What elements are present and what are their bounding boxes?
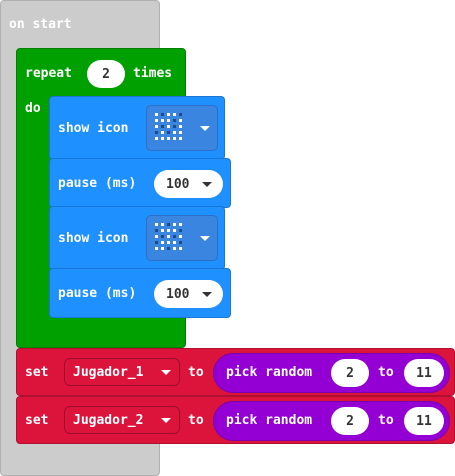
do-label: do bbox=[25, 101, 41, 116]
led-cell bbox=[161, 229, 164, 232]
led-cell bbox=[167, 229, 170, 232]
led-cell bbox=[155, 223, 158, 226]
led-cell bbox=[155, 137, 158, 140]
led-cell bbox=[179, 235, 182, 238]
pick-random-label: pick random bbox=[226, 365, 313, 380]
led-cell bbox=[173, 235, 176, 238]
led-cell bbox=[173, 113, 176, 116]
pause-value: 100 bbox=[166, 176, 190, 192]
chevron-down-icon bbox=[202, 182, 212, 187]
show-icon-block-1[interactable]: show icon bbox=[49, 96, 225, 160]
chevron-down-icon bbox=[200, 236, 210, 241]
variable-dropdown-2[interactable]: Jugador_2 bbox=[64, 406, 180, 434]
pause-label: pause (ms) bbox=[58, 176, 137, 191]
icon-picker-1[interactable] bbox=[146, 105, 218, 151]
led-cell bbox=[173, 241, 176, 244]
led-cell bbox=[167, 241, 170, 244]
led-cell bbox=[161, 247, 164, 250]
led-cell bbox=[161, 137, 164, 140]
show-icon-label: show icon bbox=[58, 231, 129, 246]
variable-name: Jugador_2 bbox=[73, 412, 144, 428]
pause-value-dropdown-1[interactable]: 100 bbox=[154, 170, 223, 198]
to-label: to bbox=[188, 365, 204, 380]
variable-dropdown-1[interactable]: Jugador_1 bbox=[64, 358, 180, 386]
random-to-label: to bbox=[378, 413, 394, 428]
times-label: times bbox=[133, 66, 173, 81]
led-cell bbox=[167, 125, 170, 128]
led-cell bbox=[173, 137, 176, 140]
led-cell bbox=[155, 125, 158, 128]
led-cell bbox=[167, 223, 170, 226]
yes-icon bbox=[153, 113, 187, 143]
led-cell bbox=[161, 113, 164, 116]
led-cell bbox=[179, 229, 182, 232]
led-cell bbox=[155, 229, 158, 232]
pause-value: 100 bbox=[166, 286, 190, 302]
set-variable-block-1[interactable]: set Jugador_1 to pick random 2 to 11 bbox=[16, 348, 455, 396]
led-cell bbox=[155, 241, 158, 244]
pick-random-block-2[interactable]: pick random 2 to 11 bbox=[213, 401, 450, 441]
led-cell bbox=[179, 113, 182, 116]
led-cell bbox=[179, 241, 182, 244]
random-min-input[interactable]: 2 bbox=[331, 407, 369, 435]
no-icon bbox=[153, 223, 187, 253]
led-cell bbox=[155, 113, 158, 116]
led-cell bbox=[179, 119, 182, 122]
led-cell bbox=[173, 223, 176, 226]
led-cell bbox=[161, 241, 164, 244]
random-min-input[interactable]: 2 bbox=[331, 359, 369, 387]
led-cell bbox=[167, 247, 170, 250]
led-cell bbox=[167, 119, 170, 122]
led-cell bbox=[173, 229, 176, 232]
led-cell bbox=[179, 223, 182, 226]
led-cell bbox=[155, 119, 158, 122]
pause-value-dropdown-2[interactable]: 100 bbox=[154, 280, 223, 308]
led-cell bbox=[179, 131, 182, 134]
show-icon-label: show icon bbox=[58, 121, 129, 136]
repeat-count-input[interactable]: 2 bbox=[87, 60, 125, 88]
led-cell bbox=[167, 235, 170, 238]
led-cell bbox=[155, 235, 158, 238]
led-cell bbox=[155, 131, 158, 134]
icon-picker-2[interactable] bbox=[146, 215, 218, 261]
chevron-down-icon bbox=[161, 370, 171, 375]
chevron-down-icon bbox=[202, 292, 212, 297]
chevron-down-icon bbox=[161, 418, 171, 423]
led-cell bbox=[167, 131, 170, 134]
pause-block-1[interactable]: pause (ms) 100 bbox=[49, 158, 231, 208]
led-cell bbox=[155, 247, 158, 250]
led-cell bbox=[179, 137, 182, 140]
random-max-input[interactable]: 11 bbox=[404, 407, 444, 435]
repeat-label: repeat bbox=[25, 66, 72, 81]
led-cell bbox=[161, 119, 164, 122]
random-max-input[interactable]: 11 bbox=[404, 359, 444, 387]
led-cell bbox=[173, 131, 176, 134]
pause-block-2[interactable]: pause (ms) 100 bbox=[49, 268, 231, 318]
led-cell bbox=[161, 223, 164, 226]
on-start-label: on start bbox=[9, 17, 72, 32]
show-icon-block-2[interactable]: show icon bbox=[49, 206, 225, 270]
set-label: set bbox=[25, 413, 49, 428]
set-label: set bbox=[25, 365, 49, 380]
pick-random-block-1[interactable]: pick random 2 to 11 bbox=[213, 353, 450, 393]
to-label: to bbox=[188, 413, 204, 428]
variable-name: Jugador_1 bbox=[73, 364, 144, 380]
pick-random-label: pick random bbox=[226, 413, 313, 428]
set-variable-block-2[interactable]: set Jugador_2 to pick random 2 to 11 bbox=[16, 396, 455, 444]
led-cell bbox=[173, 125, 176, 128]
led-cell bbox=[167, 113, 170, 116]
led-cell bbox=[173, 247, 176, 250]
led-cell bbox=[179, 125, 182, 128]
led-cell bbox=[173, 119, 176, 122]
led-cell bbox=[161, 125, 164, 128]
led-cell bbox=[179, 247, 182, 250]
chevron-down-icon bbox=[200, 126, 210, 131]
led-cell bbox=[161, 131, 164, 134]
led-cell bbox=[167, 137, 170, 140]
random-to-label: to bbox=[378, 365, 394, 380]
led-cell bbox=[161, 235, 164, 238]
pause-label: pause (ms) bbox=[58, 286, 137, 301]
